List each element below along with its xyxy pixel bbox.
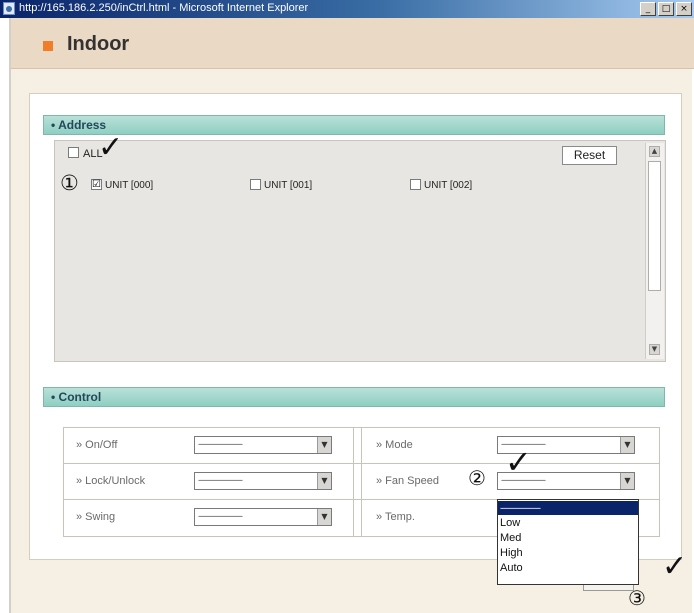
- dropdown-option-auto[interactable]: Auto: [498, 561, 638, 575]
- all-checkbox[interactable]: [68, 147, 79, 158]
- reset-button[interactable]: Reset: [562, 146, 617, 165]
- unit-001-checkbox[interactable]: [250, 179, 261, 190]
- check-mark-icon: ✓: [662, 549, 688, 584]
- on-off-select[interactable]: ---------------------- ▼: [194, 436, 332, 454]
- chevron-down-icon[interactable]: ▼: [620, 473, 634, 489]
- swing-label: » Swing: [76, 511, 116, 523]
- window-controls: _ □ ×: [640, 2, 692, 16]
- dropdown-option-low[interactable]: Low: [498, 516, 638, 530]
- scroll-down-arrow-icon[interactable]: ▼: [649, 344, 660, 355]
- close-button[interactable]: ×: [676, 2, 692, 16]
- address-list: [54, 140, 666, 362]
- mode-label: » Mode: [376, 439, 413, 451]
- page-title: Indoor: [67, 33, 130, 55]
- fan-speed-dropdown[interactable]: -------------------- Low Med High Auto: [497, 499, 639, 585]
- scrollbar-thumb[interactable]: [648, 161, 661, 291]
- fan-speed-label: » Fan Speed: [376, 475, 439, 487]
- dropdown-option[interactable]: --------------------: [498, 501, 638, 515]
- chevron-down-icon[interactable]: ▼: [317, 473, 331, 489]
- chevron-down-icon[interactable]: ▼: [620, 437, 634, 453]
- lock-unlock-value: ----------------------: [198, 475, 243, 485]
- unit-002-label: UNIT [002]: [424, 180, 473, 191]
- window-title: http://165.186.2.250/inCtrl.html - Micro…: [19, 2, 309, 14]
- control-section-title: • Control: [51, 390, 102, 404]
- maximize-button[interactable]: □: [658, 2, 674, 16]
- grid-divider: [659, 427, 660, 537]
- dropdown-option-med[interactable]: Med: [498, 531, 638, 545]
- internet-explorer-icon: [3, 2, 15, 15]
- dropdown-option-high[interactable]: High: [498, 546, 638, 560]
- lock-unlock-select[interactable]: ---------------------- ▼: [194, 472, 332, 490]
- grid-divider: [361, 427, 362, 537]
- unit-000-label: UNIT [000]: [105, 180, 154, 191]
- header-bullet-icon: [43, 41, 53, 51]
- step-2-marker: ②: [468, 466, 486, 490]
- check-mark-icon: ✓: [505, 443, 532, 481]
- minimize-button[interactable]: _: [640, 2, 656, 16]
- unit-002-checkbox[interactable]: [410, 179, 421, 190]
- unit-001-label: UNIT [001]: [264, 180, 313, 191]
- swing-select[interactable]: ---------------------- ▼: [194, 508, 332, 526]
- unit-000-checkbox[interactable]: ☑: [91, 179, 102, 190]
- chevron-down-icon[interactable]: ▼: [317, 509, 331, 525]
- chevron-down-icon[interactable]: ▼: [317, 437, 331, 453]
- temp-label: » Temp.: [376, 511, 415, 523]
- on-off-label: » On/Off: [76, 439, 118, 451]
- grid-divider: [353, 427, 354, 537]
- step-3-marker: ③: [628, 586, 646, 610]
- address-scrollbar[interactable]: ▲ ▼: [645, 143, 664, 359]
- control-section-header: • Control: [43, 387, 665, 407]
- step-1-marker: ①: [60, 171, 79, 195]
- lock-unlock-label: » Lock/Unlock: [76, 475, 146, 487]
- swing-value: ----------------------: [198, 511, 243, 521]
- scroll-up-arrow-icon[interactable]: ▲: [649, 146, 660, 157]
- grid-divider: [63, 427, 64, 537]
- address-section-header: • Address: [43, 115, 665, 135]
- check-mark-icon: ✓: [98, 130, 124, 165]
- browser-title-bar: http://165.186.2.250/inCtrl.html - Micro…: [0, 0, 694, 18]
- on-off-value: ----------------------: [198, 439, 243, 449]
